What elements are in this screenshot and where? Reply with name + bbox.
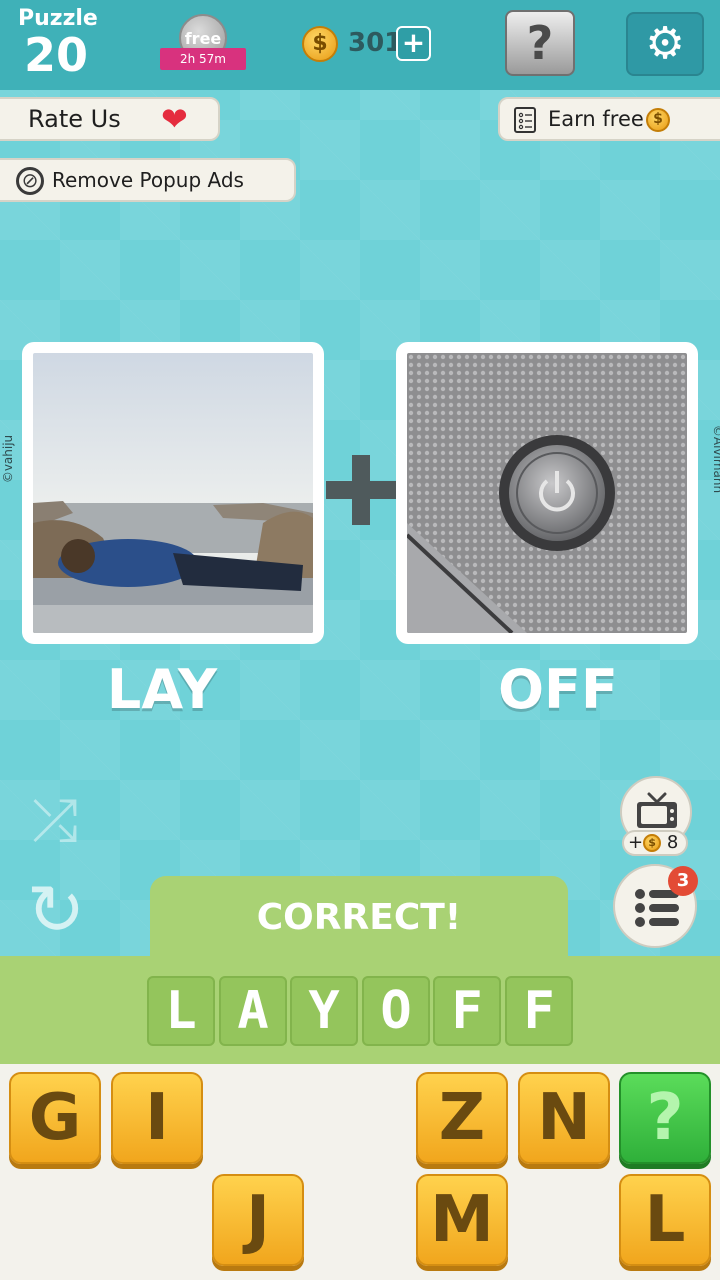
puzzle-number: 20 xyxy=(24,28,89,82)
remove-popup-ads-button[interactable]: ⊘ Remove Popup Ads xyxy=(0,158,296,202)
letter-key[interactable]: I xyxy=(111,1072,203,1164)
letter-key[interactable]: L xyxy=(619,1174,711,1266)
remove-ads-label: Remove Popup Ads xyxy=(52,168,244,192)
answer-slot[interactable]: A xyxy=(219,976,287,1046)
letter-key[interactable]: Z xyxy=(416,1072,508,1164)
coin-icon: $ xyxy=(302,26,338,62)
video-reward-label: + $ 8 xyxy=(622,830,688,856)
reload-icon[interactable]: ↻ xyxy=(20,874,92,946)
answer-slot[interactable]: F xyxy=(505,976,573,1046)
right-photo-credit: ©Alvimann xyxy=(711,424,720,494)
answer-slot[interactable]: Y xyxy=(290,976,358,1046)
top-bar: Puzzle 20 free 2h 57m $ 301 + ? ⚙ xyxy=(0,0,720,90)
correct-banner: CORRECT! xyxy=(150,876,568,966)
free-hint-badge[interactable]: free 2h 57m xyxy=(160,14,246,74)
power-button-photo xyxy=(407,353,687,633)
left-clue-word: LAY xyxy=(106,658,218,721)
help-button[interactable]: ? xyxy=(505,10,575,76)
shuffle-icon[interactable]: ⤮ xyxy=(20,788,90,852)
right-clue-word: OFF xyxy=(498,658,618,721)
no-ads-icon: ⊘ xyxy=(16,167,44,195)
bonus-amount: 8 xyxy=(666,832,679,853)
letter-key[interactable]: G xyxy=(9,1072,101,1164)
answer-bar: L A Y O F F xyxy=(0,956,720,1064)
man-lying-photo xyxy=(33,353,313,633)
checklist-icon xyxy=(514,107,536,133)
coin-count: 301 xyxy=(348,28,403,58)
notification-badge: 3 xyxy=(668,866,698,896)
letter-keyboard: G I Z N ? J M L xyxy=(0,1064,720,1280)
list-icon xyxy=(635,889,679,927)
letter-key[interactable]: N xyxy=(518,1072,610,1164)
bonus-prefix: + xyxy=(628,832,644,853)
gear-icon: ⚙ xyxy=(645,18,685,69)
left-photo-credit: ©vahiju xyxy=(1,434,16,484)
letter-key[interactable]: M xyxy=(416,1174,508,1266)
letter-key[interactable]: J xyxy=(212,1174,304,1266)
coin-icon: $ xyxy=(646,108,670,132)
settings-button[interactable]: ⚙ xyxy=(626,12,704,76)
answer-slot[interactable]: F xyxy=(433,976,501,1046)
answer-slot[interactable]: O xyxy=(362,976,430,1046)
heart-icon: ❤ xyxy=(161,100,188,138)
earn-free-label: Earn free xyxy=(548,107,644,131)
plus-icon xyxy=(326,455,396,525)
tv-icon xyxy=(637,792,677,828)
add-coins-button[interactable]: + xyxy=(396,26,431,61)
free-timer: 2h 57m xyxy=(160,48,246,70)
rate-us-button[interactable]: Rate Us ❤ xyxy=(0,97,220,141)
left-clue-picture xyxy=(22,342,324,644)
right-clue-picture xyxy=(396,342,698,644)
rate-us-label: Rate Us xyxy=(28,105,121,133)
earn-free-button[interactable]: Earn free $ xyxy=(498,97,720,141)
answer-slot[interactable]: L xyxy=(147,976,215,1046)
hint-key[interactable]: ? xyxy=(619,1072,711,1164)
coin-icon: $ xyxy=(643,834,662,852)
